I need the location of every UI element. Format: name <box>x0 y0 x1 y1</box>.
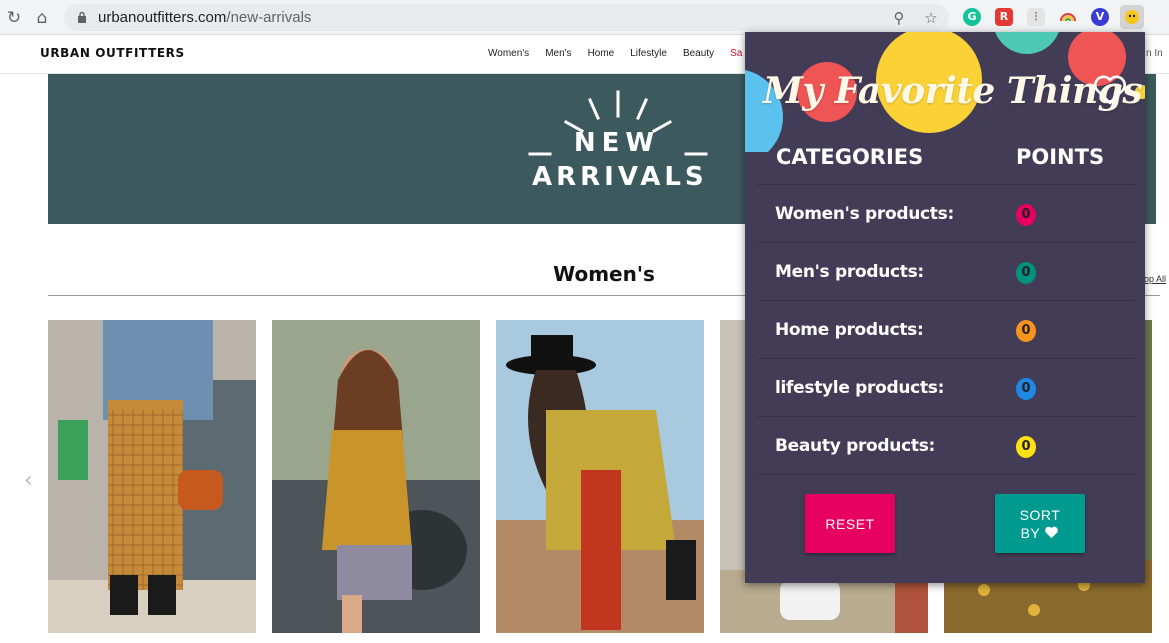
sort-by-button[interactable]: SORT BY <box>995 494 1085 553</box>
address-bar[interactable]: urbanoutfitters.com/new-arrivals ⚲ ☆ <box>64 4 949 31</box>
category-label: Home products: <box>775 320 924 340</box>
product-image[interactable] <box>48 320 256 633</box>
banner-line-new: NEW <box>573 128 661 158</box>
sign-in-link[interactable]: n In <box>1146 48 1163 59</box>
nav-lifestyle[interactable]: Lifestyle <box>630 48 667 59</box>
banner-line-arrivals: ARRIVALS <box>532 162 708 192</box>
popup-title: My Favorite Things <box>763 70 1143 112</box>
reset-button[interactable]: RESET <box>805 494 895 553</box>
bookmark-star-icon[interactable]: ☆ <box>921 8 941 28</box>
carousel-prev-icon[interactable]: ‹ <box>24 468 33 493</box>
nav-home[interactable]: Home <box>588 48 615 59</box>
rainbow-extension-icon[interactable] <box>1059 8 1077 26</box>
nav-mens[interactable]: Men's <box>545 48 571 59</box>
url-text: urbanoutfitters.com/new-arrivals <box>98 9 311 26</box>
sort-by-label: BY <box>1020 524 1041 541</box>
product-image[interactable] <box>272 320 480 633</box>
category-row-mens: Men's products: 0 <box>757 242 1135 300</box>
category-list: Women's products: 0 Men's products: 0 Ho… <box>757 184 1135 475</box>
category-label: Women's products: <box>775 204 954 224</box>
readwise-extension-icon[interactable]: R <box>995 8 1013 26</box>
browser-toolbar: ↻ ⌂ urbanoutfitters.com/new-arrivals ⚲ ☆… <box>0 0 1169 35</box>
site-logo[interactable]: URBAN OUTFITTERS <box>40 46 185 60</box>
url-path: /new-arrivals <box>226 9 312 26</box>
favorite-things-popup: My Favorite Things CATEGORIES POINTS Wom… <box>745 32 1145 583</box>
nav-sale[interactable]: Sa <box>730 48 742 59</box>
heart-icon <box>1045 526 1059 538</box>
category-row-home: Home products: 0 <box>757 300 1135 358</box>
home-icon[interactable]: ⌂ <box>31 7 53 29</box>
category-label: Beauty products: <box>775 436 936 456</box>
top-nav: Women's Men's Home Lifestyle Beauty Sa <box>488 48 758 59</box>
categories-header: CATEGORIES <box>776 145 924 169</box>
favorite-things-extension-icon[interactable] <box>1120 5 1144 29</box>
points-badge: 0 <box>1016 436 1036 458</box>
category-label: Men's products: <box>775 262 924 282</box>
heart-outline-icon[interactable] <box>1093 74 1127 106</box>
lock-icon <box>78 11 86 23</box>
points-badge: 0 <box>1016 378 1036 400</box>
reload-icon[interactable]: ↻ <box>3 7 25 29</box>
category-row-womens: Women's products: 0 <box>757 184 1135 242</box>
product-image[interactable] <box>496 320 704 633</box>
sort-label: SORT <box>1019 506 1061 523</box>
nav-womens[interactable]: Women's <box>488 48 529 59</box>
points-badge: 0 <box>1016 262 1036 284</box>
category-row-lifestyle: lifestyle products: 0 <box>757 358 1135 416</box>
url-domain: urbanoutfitters.com <box>98 9 227 26</box>
v-extension-icon[interactable]: V <box>1091 8 1109 26</box>
grammarly-extension-icon[interactable]: G <box>963 8 981 26</box>
grid-extension-icon[interactable]: ⋮ <box>1027 8 1045 26</box>
points-header: POINTS <box>1016 145 1105 169</box>
category-label: lifestyle products: <box>775 378 945 398</box>
zoom-icon[interactable]: ⚲ <box>889 8 909 28</box>
category-row-beauty: Beauty products: 0 <box>757 416 1135 474</box>
list-divider <box>757 474 1135 475</box>
points-badge: 0 <box>1016 320 1036 342</box>
shop-all-link[interactable]: op All <box>1144 274 1166 284</box>
banner-heading: NEW ARRIVALS <box>532 128 708 192</box>
nav-beauty[interactable]: Beauty <box>683 48 714 59</box>
points-badge: 0 <box>1016 204 1036 226</box>
